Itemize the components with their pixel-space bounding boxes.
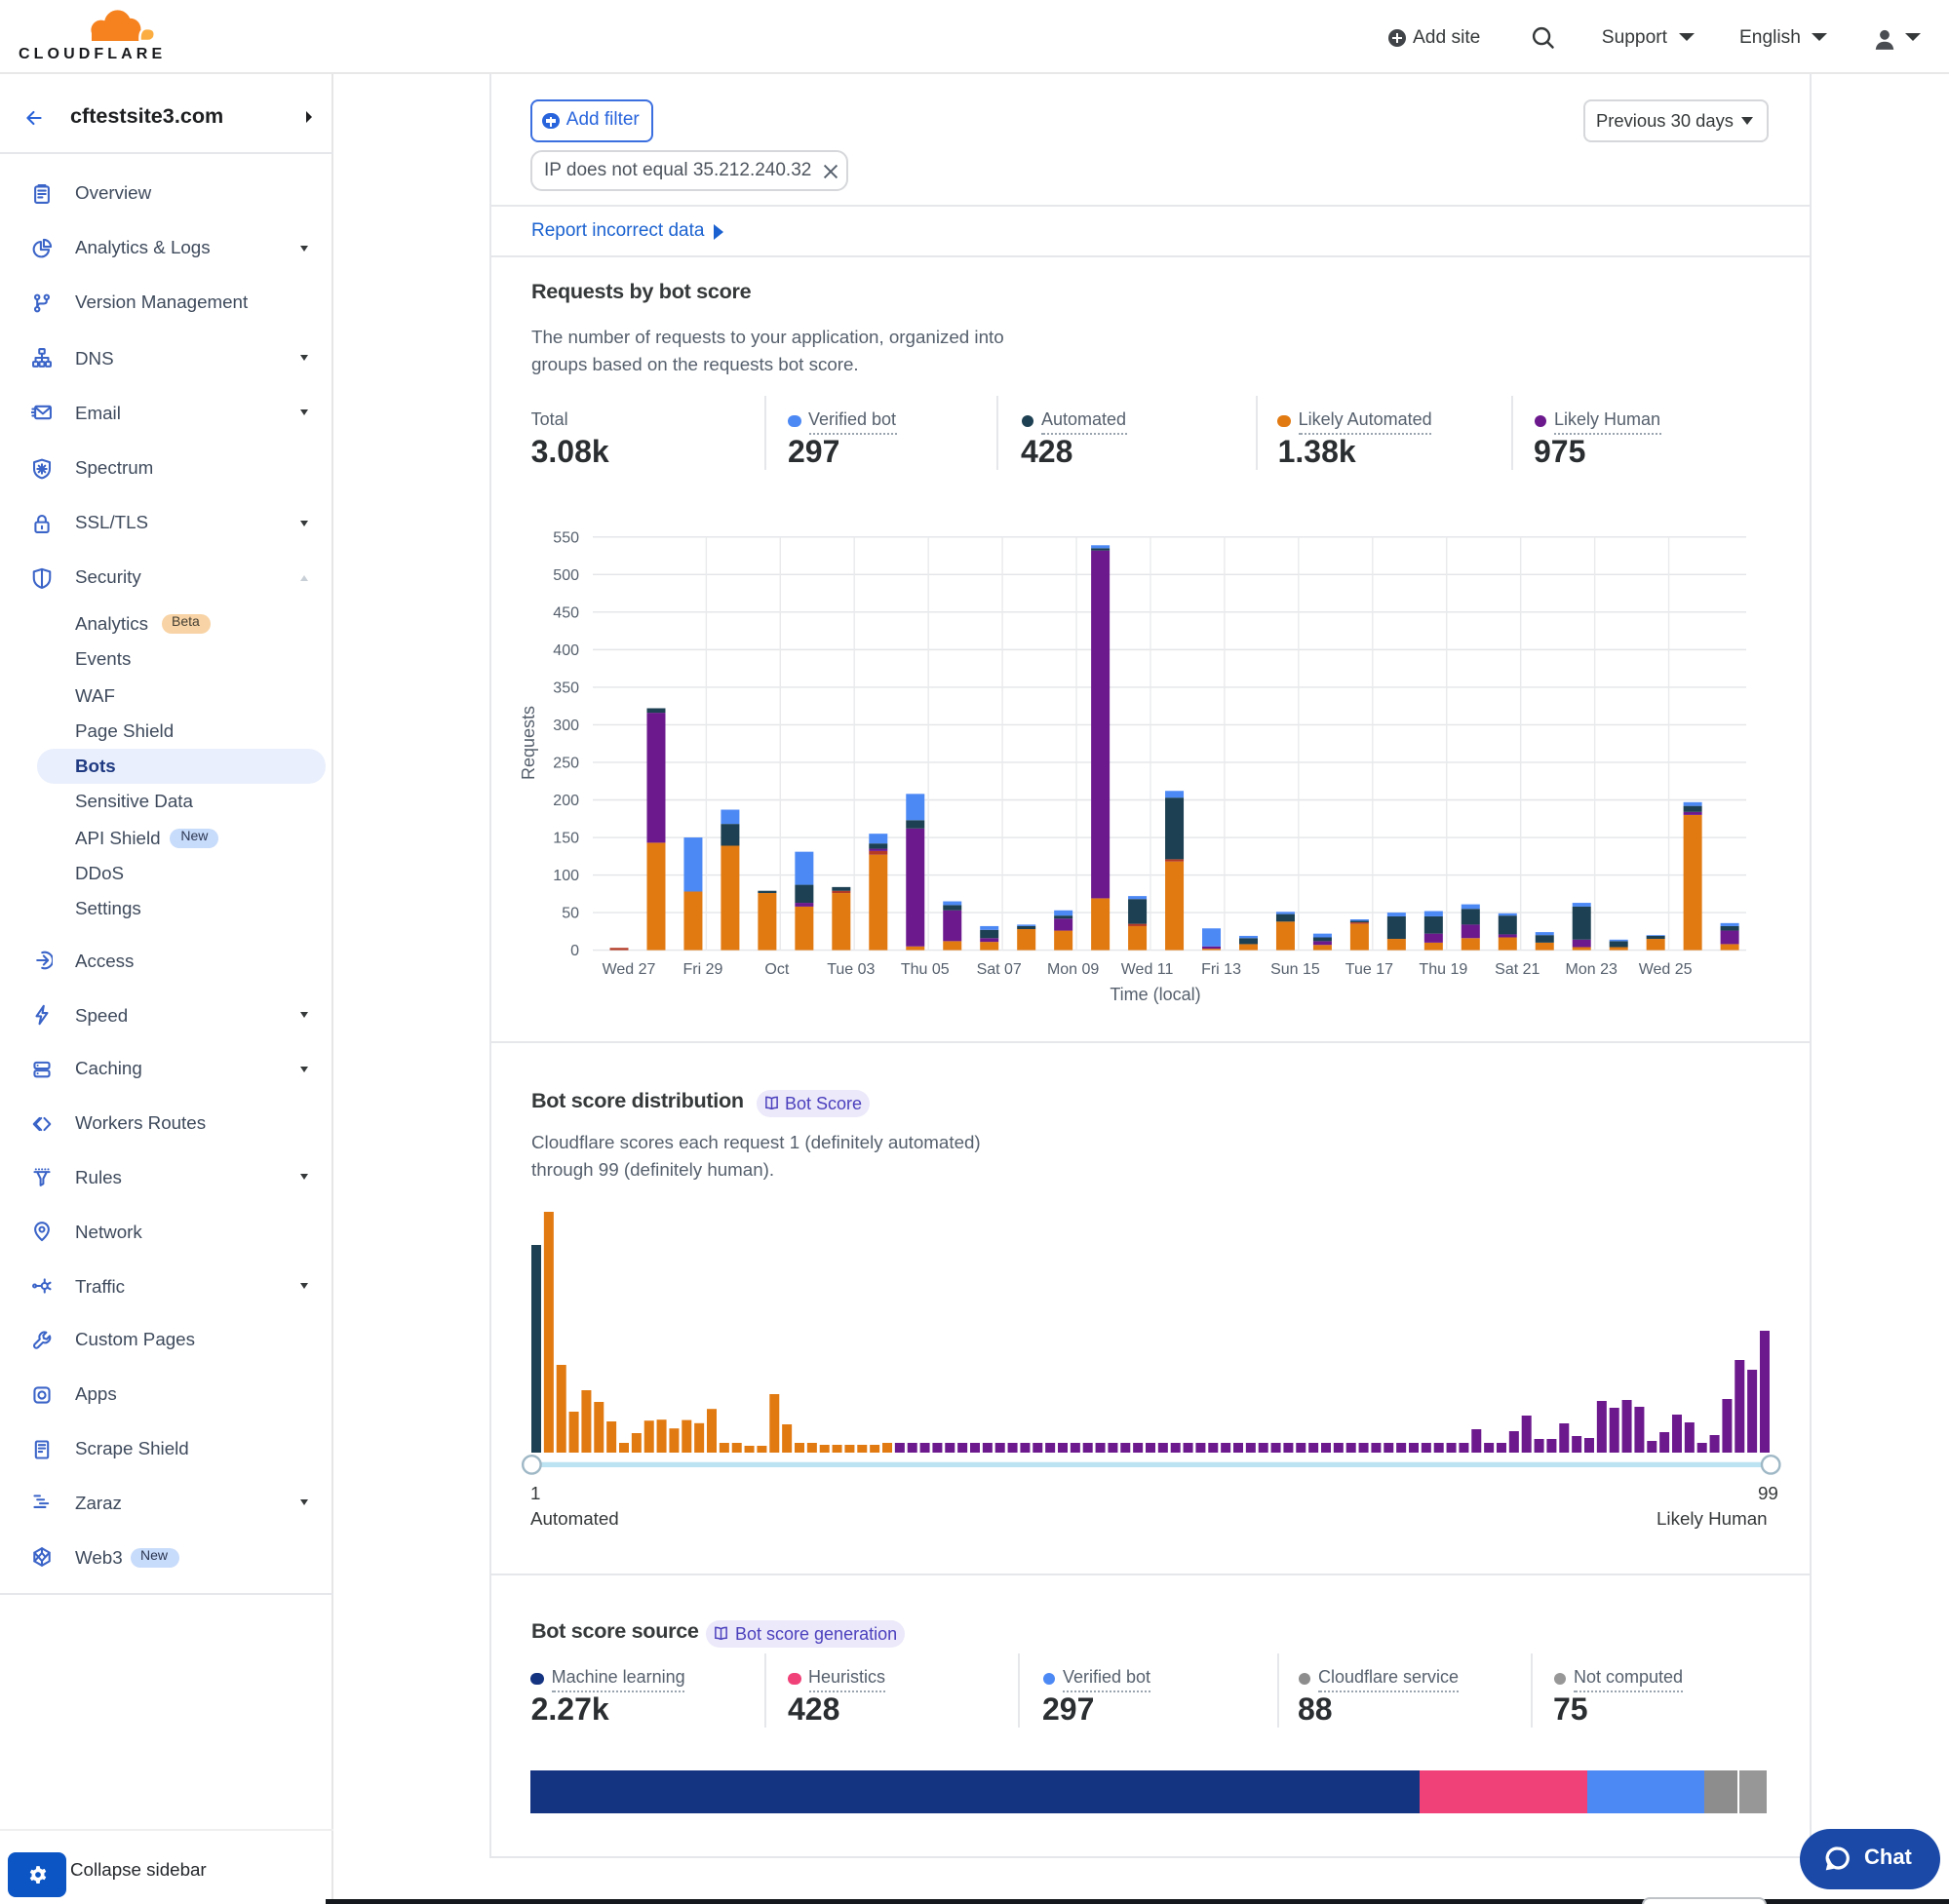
svg-text:250: 250: [552, 756, 578, 772]
svg-text:Sat 21: Sat 21: [1494, 961, 1539, 978]
svg-text:Oct: Oct: [763, 961, 788, 978]
svg-text:50: 50: [561, 906, 578, 922]
svg-text:Mon 09: Mon 09: [1046, 961, 1098, 978]
svg-text:Requests: Requests: [518, 706, 537, 780]
svg-text:Wed 11: Wed 11: [1120, 961, 1173, 978]
svg-text:400: 400: [552, 642, 578, 659]
svg-text:Thu 19: Thu 19: [1418, 961, 1466, 978]
svg-text:200: 200: [552, 793, 578, 809]
svg-text:Thu 05: Thu 05: [900, 961, 949, 978]
svg-text:Sun 15: Sun 15: [1269, 961, 1319, 978]
svg-text:Tue 17: Tue 17: [1345, 961, 1392, 978]
svg-text:550: 550: [552, 529, 578, 546]
svg-text:Mon 23: Mon 23: [1565, 961, 1617, 978]
svg-text:350: 350: [552, 680, 578, 697]
svg-text:Wed 27: Wed 27: [602, 961, 655, 978]
svg-text:Fri 29: Fri 29: [682, 961, 721, 978]
svg-text:100: 100: [552, 868, 578, 884]
svg-text:Tue 03: Tue 03: [826, 961, 874, 978]
svg-text:0: 0: [569, 943, 578, 959]
svg-text:Time (local): Time (local): [1109, 985, 1199, 1004]
svg-text:150: 150: [552, 831, 578, 847]
svg-text:450: 450: [552, 604, 578, 621]
svg-text:Sat 07: Sat 07: [976, 961, 1021, 978]
svg-text:Wed 25: Wed 25: [1638, 961, 1692, 978]
svg-text:500: 500: [552, 567, 578, 584]
svg-text:Fri 13: Fri 13: [1200, 961, 1240, 978]
svg-text:300: 300: [552, 718, 578, 734]
